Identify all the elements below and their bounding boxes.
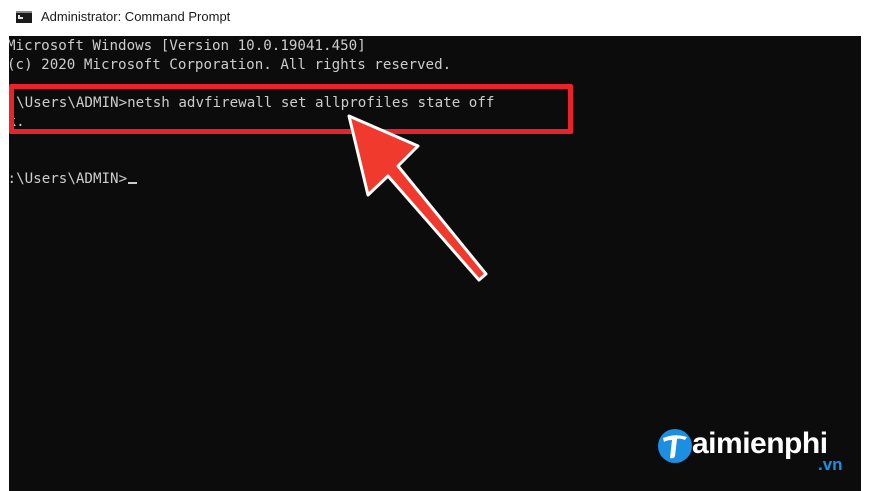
watermark-brand-text: aimienphi bbox=[692, 427, 828, 460]
console-line-copyright: (c) 2020 Microsoft Corporation. All righ… bbox=[9, 57, 452, 73]
title-bar[interactable]: Administrator: Command Prompt bbox=[0, 0, 870, 36]
console-prompt-line[interactable]: C:\Users\ADMIN> bbox=[9, 170, 138, 189]
command-prompt-window: Administrator: Command Prompt Microsoft … bbox=[0, 0, 870, 491]
taimienphi-watermark: aimienphi .vn bbox=[656, 425, 856, 485]
console-line-result: Ok. bbox=[9, 114, 25, 130]
watermark-domain-suffix: .vn bbox=[818, 455, 843, 474]
console-prompt: C:\Users\ADMIN> bbox=[9, 171, 128, 187]
text-cursor bbox=[128, 182, 138, 184]
window-title: Administrator: Command Prompt bbox=[41, 9, 231, 24]
red-arrow-icon bbox=[347, 114, 488, 282]
console-line-version: Microsoft Windows [Version 10.0.19041.45… bbox=[9, 38, 366, 54]
command-prompt-icon bbox=[16, 11, 32, 23]
taimienphi-logo-icon bbox=[658, 429, 692, 463]
